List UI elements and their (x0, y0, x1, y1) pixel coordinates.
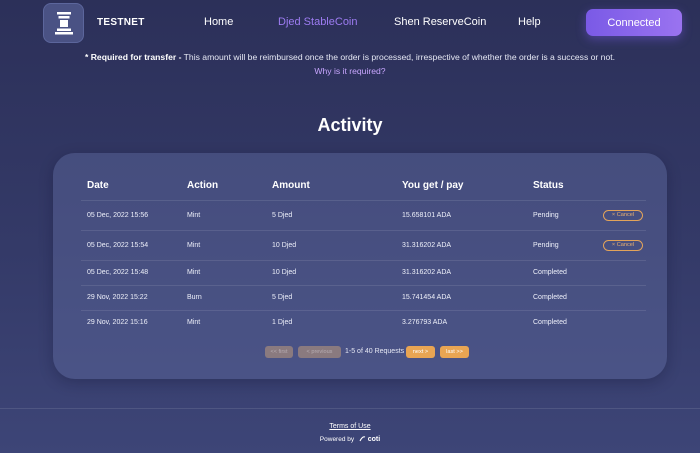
why-required-link[interactable]: Why is it required? (0, 66, 700, 76)
activity-card: Date Action Amount You get / pay Status … (53, 153, 667, 379)
cancel-button[interactable]: × Cancel (603, 240, 643, 251)
row-date: 05 Dec, 2022 15:54 (87, 242, 149, 249)
network-label: TESTNET (97, 17, 145, 28)
row-status: Completed (533, 319, 567, 326)
row-pay: 31.316202 ADA (402, 269, 452, 276)
row-action: Mint (187, 242, 201, 249)
col-status: Status (533, 180, 564, 191)
row-status: Completed (533, 294, 567, 301)
cancel-button[interactable]: × Cancel (603, 210, 643, 221)
table-row: 29 Nov, 2022 15:22 Burn 5 Djed 15.741454… (81, 285, 646, 310)
powered-by: Powered by coti (0, 436, 700, 443)
table-row: 05 Dec, 2022 15:56 Mint 5 Djed 15.658101… (81, 200, 646, 230)
row-amount: 5 Djed (272, 212, 293, 219)
nav-djed-stablecoin[interactable]: Djed StableCoin (278, 16, 358, 28)
terms-of-use-link[interactable]: Terms of Use (0, 423, 700, 430)
coti-brand: coti (367, 436, 381, 443)
djed-logo-icon (54, 12, 73, 35)
row-amount: 1 Djed (272, 319, 293, 326)
notice-text: This amount will be reimbursed once the … (181, 52, 616, 62)
col-amount: Amount (272, 180, 310, 191)
header: TESTNET Home Djed StableCoin Shen Reserv… (0, 0, 700, 46)
row-pay: 3.276793 ADA (402, 319, 448, 326)
row-action: Mint (187, 269, 201, 276)
col-you-get-pay: You get / pay (402, 180, 464, 191)
nav-help[interactable]: Help (518, 16, 541, 28)
previous-page-button[interactable]: < previous (298, 346, 341, 358)
connected-button[interactable]: Connected (586, 9, 682, 36)
required-label: * Required for transfer - (84, 52, 182, 62)
first-page-button[interactable]: << first (265, 346, 293, 358)
nav-shen-reservecoin[interactable]: Shen ReserveCoin (394, 16, 486, 28)
table-row: 29 Nov, 2022 15:16 Mint 1 Djed 3.276793 … (81, 310, 646, 335)
row-action: Burn (187, 294, 202, 301)
col-action: Action (187, 180, 219, 191)
row-amount: 10 Djed (272, 269, 297, 276)
row-date: 29 Nov, 2022 15:16 (87, 319, 148, 326)
row-status: Pending (533, 242, 559, 249)
row-pay: 31.316202 ADA (402, 242, 452, 249)
row-status: Pending (533, 212, 559, 219)
page-title: Activity (317, 115, 383, 135)
col-date: Date (87, 180, 109, 191)
logo[interactable] (43, 3, 84, 43)
powered-by-label: Powered by (319, 436, 355, 443)
table-row: 05 Dec, 2022 15:54 Mint 10 Djed 31.31620… (81, 230, 646, 260)
transfer-notice: * Required for transfer - This amount wi… (0, 52, 700, 62)
row-pay: 15.741454 ADA (402, 294, 452, 301)
coti-logo-icon (359, 436, 366, 442)
table-row: 05 Dec, 2022 15:48 Mint 10 Djed 31.31620… (81, 260, 646, 285)
footer-divider (0, 408, 700, 409)
row-amount: 10 Djed (272, 242, 297, 249)
next-page-button[interactable]: next > (406, 346, 435, 358)
row-date: 05 Dec, 2022 15:48 (87, 269, 149, 276)
row-date: 05 Dec, 2022 15:56 (87, 212, 149, 219)
row-action: Mint (187, 319, 201, 326)
row-status: Completed (533, 269, 567, 276)
pagination-info: 1-5 of 40 Requests (345, 348, 405, 355)
last-page-button[interactable]: last >> (440, 346, 469, 358)
row-action: Mint (187, 212, 201, 219)
row-pay: 15.658101 ADA (402, 212, 452, 219)
row-amount: 5 Djed (272, 294, 293, 301)
nav-home[interactable]: Home (204, 16, 233, 28)
row-date: 29 Nov, 2022 15:22 (87, 294, 148, 301)
